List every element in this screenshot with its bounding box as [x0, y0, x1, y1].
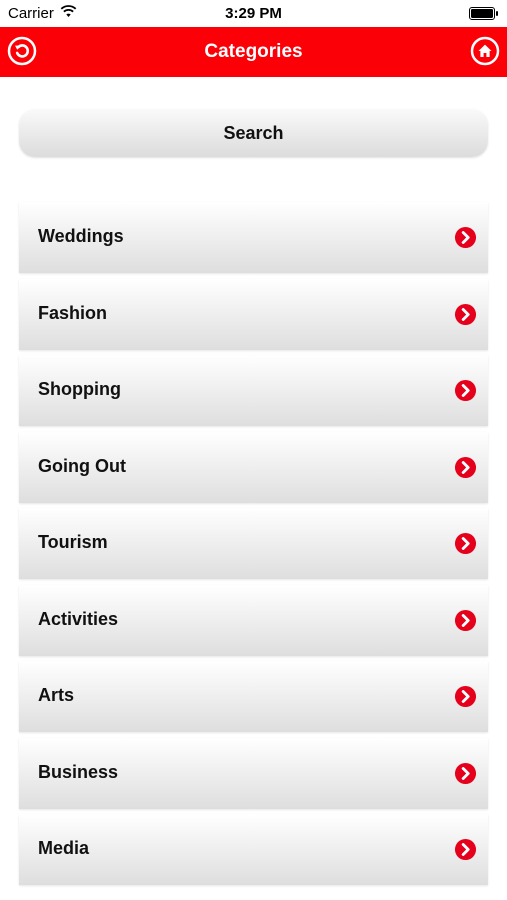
category-item-fashion[interactable]: Fashion	[19, 278, 488, 350]
home-circle-icon	[470, 36, 500, 66]
chevron-right-icon	[454, 226, 477, 249]
chevron-right-icon	[454, 685, 477, 708]
category-item-business[interactable]: Business	[19, 737, 488, 809]
home-button[interactable]	[470, 36, 500, 66]
nav-bar: Categories	[0, 27, 507, 77]
category-label: Shopping	[38, 379, 121, 399]
category-item-activities[interactable]: Activities	[19, 584, 488, 656]
category-list: Weddings Fashion Shopping Going Out Tour…	[19, 202, 488, 891]
chevron-right-icon	[454, 609, 477, 631]
chevron-right-icon	[454, 379, 477, 402]
battery-icon	[469, 7, 499, 24]
category-label: Going Out	[38, 455, 126, 476]
category-item-weddings[interactable]: Weddings	[19, 202, 488, 273]
category-label: Weddings	[38, 226, 124, 246]
category-label: Arts	[38, 685, 75, 705]
chevron-right-icon	[454, 762, 477, 784]
category-item-going-out[interactable]: Going Out	[19, 431, 488, 503]
search-button[interactable]: Search	[19, 109, 488, 157]
chevron-right-icon	[454, 456, 477, 478]
category-item-tourism[interactable]: Tourism	[19, 508, 488, 579]
category-item-media[interactable]: Media	[19, 814, 488, 885]
status-time: 3:29 PM	[225, 5, 282, 22]
chevron-right-icon	[454, 532, 477, 555]
category-item-shopping[interactable]: Shopping	[19, 355, 488, 426]
category-label: Tourism	[38, 532, 108, 552]
category-label: Fashion	[38, 302, 108, 323]
page-title: Categories	[204, 41, 303, 62]
category-label: Activities	[38, 608, 119, 629]
category-label: Media	[38, 838, 90, 858]
category-item-arts[interactable]: Arts	[19, 661, 488, 732]
category-label: Business	[38, 761, 119, 782]
search-button-label: Search	[223, 123, 284, 143]
status-bar: Carrier 3:29 PM	[0, 0, 507, 27]
chevron-right-icon	[454, 838, 477, 861]
chevron-right-icon	[454, 303, 477, 325]
